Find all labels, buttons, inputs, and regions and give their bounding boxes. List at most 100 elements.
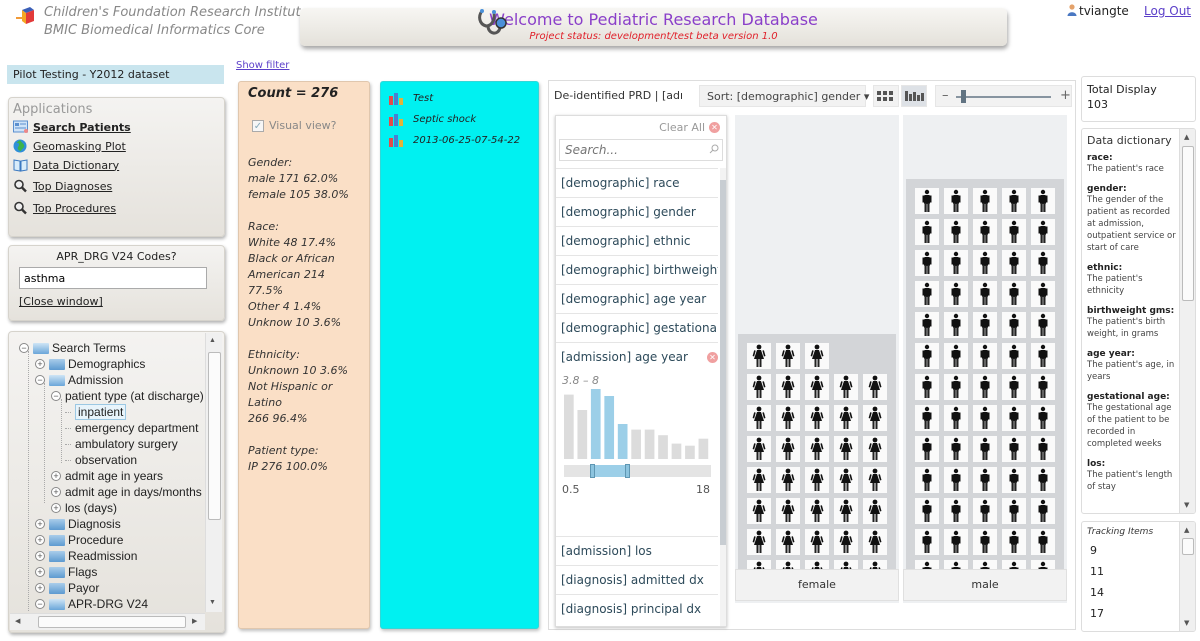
range-slider-high-handle[interactable] [625, 464, 630, 478]
zoom-slider[interactable]: – + [935, 85, 1072, 107]
scroll-down-icon[interactable]: ▼ [1184, 619, 1189, 627]
tracking-item[interactable]: 9 [1090, 544, 1097, 557]
tree-node-label[interactable]: Readmission [68, 549, 137, 563]
tree-node-label[interactable]: Payor [68, 581, 99, 595]
apr-drg-input[interactable] [19, 267, 207, 289]
male-figure-icon[interactable] [915, 343, 939, 369]
male-figure-icon[interactable] [1002, 188, 1026, 214]
app-label[interactable]: Search Patients [33, 121, 131, 134]
zoom-out-button[interactable]: – [942, 88, 949, 103]
expand-icon[interactable]: + [51, 487, 61, 497]
tracking-item[interactable]: 11 [1090, 565, 1104, 578]
male-figure-icon[interactable] [1002, 312, 1026, 338]
tree-node[interactable]: observation [65, 452, 137, 468]
tree-node-label[interactable]: observation [75, 453, 137, 467]
filter-scrollbar[interactable] [720, 168, 726, 626]
sort-dropdown[interactable]: Sort: [demographic] gender ▾ [699, 85, 869, 107]
male-figure-icon[interactable] [944, 467, 968, 493]
app-geomasking-plot[interactable]: Geomasking Plot [13, 137, 220, 155]
range-slider-low-handle[interactable] [589, 464, 595, 478]
female-figure-icon[interactable] [747, 374, 771, 400]
female-figure-icon[interactable] [805, 374, 829, 400]
filter-item[interactable]: [diagnosis] principal dx [556, 594, 718, 623]
tracking-scroll-thumb[interactable] [1182, 538, 1194, 555]
app-label[interactable]: Geomasking Plot [33, 140, 126, 153]
saved-query-item[interactable]: 2013-06-25-07-54-22 [389, 130, 530, 151]
tree-node[interactable]: + admit age in days/months [51, 484, 202, 500]
female-figure-icon[interactable] [863, 374, 887, 400]
show-filter-link[interactable]: Show filter [236, 60, 289, 71]
female-figure-icon[interactable] [834, 467, 858, 493]
female-figure-icon[interactable] [805, 405, 829, 431]
male-figure-icon[interactable] [1031, 405, 1055, 431]
female-figure-icon[interactable] [834, 405, 858, 431]
female-figure-icon[interactable] [776, 498, 800, 524]
visual-view-checkbox[interactable]: ✓ [252, 119, 264, 132]
tree-node[interactable]: ambulatory surgery [65, 436, 178, 452]
female-figure-icon[interactable] [805, 343, 829, 369]
histogram-bar[interactable] [564, 394, 574, 459]
zoom-in-button[interactable]: + [1060, 88, 1071, 103]
expand-icon[interactable]: + [35, 583, 45, 593]
collapse-icon[interactable]: − [19, 343, 29, 353]
male-figure-icon[interactable] [915, 529, 939, 555]
histogram-bar[interactable] [671, 443, 682, 459]
female-figure-icon[interactable] [834, 436, 858, 462]
male-figure-icon[interactable] [1031, 219, 1055, 245]
filter-item[interactable]: [demographic] gestational age [556, 313, 718, 342]
male-figure-icon[interactable] [915, 281, 939, 307]
female-figure-icon[interactable] [747, 343, 771, 369]
tree-node[interactable]: − Admission [35, 372, 123, 388]
app-label[interactable]: Top Procedures [33, 202, 116, 215]
tree-node[interactable]: − APR-DRG V24 [35, 596, 148, 612]
tree-node[interactable]: + Readmission [35, 548, 137, 564]
histogram-bar[interactable] [644, 429, 655, 459]
female-figure-icon[interactable] [805, 529, 829, 555]
tree-node[interactable]: − Search Terms [19, 340, 126, 356]
female-figure-icon[interactable] [834, 529, 858, 555]
male-figure-icon[interactable] [944, 250, 968, 276]
logout-link[interactable]: Log Out [1144, 4, 1191, 18]
filter-item[interactable]: [admission] los [556, 536, 718, 565]
histogram-bar[interactable] [698, 438, 709, 459]
expand-icon[interactable]: + [35, 567, 45, 577]
female-figure-icon[interactable] [805, 467, 829, 493]
female-figure-icon[interactable] [834, 374, 858, 400]
male-figure-icon[interactable] [944, 436, 968, 462]
female-figure-icon[interactable] [776, 343, 800, 369]
male-figure-icon[interactable] [973, 405, 997, 431]
male-figure-icon[interactable] [944, 281, 968, 307]
male-figure-icon[interactable] [915, 312, 939, 338]
male-figure-icon[interactable] [1002, 405, 1026, 431]
app-top-diagnoses[interactable]: Top Diagnoses [13, 176, 220, 196]
filter-item[interactable]: [demographic] age year [556, 284, 718, 313]
tree-vertical-scrollbar[interactable]: ▲ ▼ [205, 333, 222, 612]
female-figure-icon[interactable] [747, 498, 771, 524]
tree-node-label[interactable]: ambulatory surgery [75, 437, 178, 451]
tree-hscroll-thumb[interactable] [38, 616, 186, 628]
female-figure-icon[interactable] [776, 467, 800, 493]
histogram-bar[interactable] [658, 435, 668, 459]
male-figure-icon[interactable] [1002, 374, 1026, 400]
female-figure-icon[interactable] [863, 498, 887, 524]
male-figure-icon[interactable] [915, 498, 939, 524]
male-figure-icon[interactable] [1002, 281, 1026, 307]
female-figure-icon[interactable] [776, 529, 800, 555]
male-figure-icon[interactable] [1002, 498, 1026, 524]
tree-node-label[interactable]: Flags [68, 565, 97, 579]
female-figure-icon[interactable] [747, 436, 771, 462]
male-figure-icon[interactable] [1031, 312, 1055, 338]
female-column-label[interactable]: female [735, 569, 899, 601]
male-figure-icon[interactable] [1002, 467, 1026, 493]
male-figure-icon[interactable] [915, 405, 939, 431]
filter-item[interactable]: [demographic] gender [556, 197, 718, 226]
tree-node-label[interactable]: Search Terms [52, 341, 126, 355]
range-slider[interactable] [564, 464, 711, 478]
tree-node[interactable]: + Flags [35, 564, 97, 580]
filter-item[interactable]: [demographic] race [556, 168, 718, 197]
tree-node[interactable]: + Payor [35, 580, 99, 596]
scroll-down-icon[interactable]: ▼ [209, 599, 216, 606]
male-figure-icon[interactable] [944, 312, 968, 338]
male-figure-icon[interactable] [915, 250, 939, 276]
tree-node[interactable]: + admit age in years [51, 468, 163, 484]
